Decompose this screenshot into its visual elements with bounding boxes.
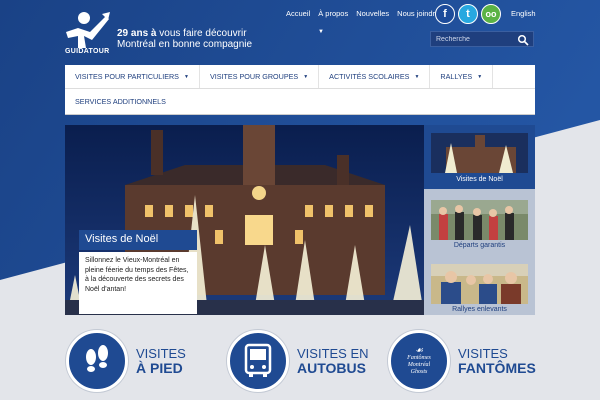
side-tab-1-label[interactable]: Visites de Noël — [424, 176, 535, 183]
search-input[interactable] — [431, 35, 517, 43]
nav-link-a-propos[interactable]: À propos — [318, 9, 348, 18]
tripadvisor-icon[interactable]: oo — [481, 4, 501, 24]
category-line2: À PIED — [136, 359, 183, 376]
twitter-icon[interactable]: t — [458, 4, 478, 24]
menu-item-activites-scolaires[interactable]: ACTIVITÉS SCOLAIRES ▼ — [319, 65, 431, 88]
category-walking-tours[interactable]: VISITES À PIED — [66, 330, 186, 392]
menu-item-services-additionnels[interactable]: SERVICES ADDITIONNELS — [65, 89, 176, 114]
menu-label: VISITES POUR PARTICULIERS — [75, 72, 179, 81]
chevron-down-icon: ▼ — [477, 73, 483, 80]
category-line2: FANTÔMES — [458, 359, 536, 376]
menu-label: ACTIVITÉS SCOLAIRES — [329, 72, 410, 81]
hero-slider[interactable]: Visites de Noël Sillonnez le Vieux-Montr… — [65, 125, 424, 315]
tagline: 29 ans à vous faire découvrir Montréal e… — [117, 28, 287, 50]
chevron-down-icon: ▼ — [303, 73, 309, 80]
category-line2: AUTOBUS — [297, 359, 366, 376]
side-tab-2-thumbnail[interactable] — [431, 200, 528, 240]
menu-item-particuliers[interactable]: VISITES POUR PARTICULIERS ▼ — [65, 65, 200, 88]
menu-label: VISITES POUR GROUPES — [209, 72, 299, 81]
category-line1: VISITES — [458, 345, 508, 361]
menu-label: SERVICES ADDITIONNELS — [75, 97, 166, 106]
badge-line3: Ghosts — [410, 368, 428, 375]
badge-line2: Montréal — [407, 361, 431, 368]
nav-link-accueil[interactable]: Accueil — [286, 9, 310, 18]
category-label: VISITES FANTÔMES — [458, 345, 536, 376]
side-tab-2-label[interactable]: Départs garantis — [424, 242, 535, 249]
footprints-icon — [66, 330, 128, 392]
search-box — [430, 31, 534, 47]
logo-text: GUIDATOUR — [65, 48, 110, 55]
category-line1: VISITES EN — [297, 345, 369, 361]
bus-icon — [227, 330, 289, 392]
category-bus-tours[interactable]: VISITES EN AUTOBUS — [227, 330, 369, 392]
nav-link-nous-joindre[interactable]: Nous joindre — [397, 9, 439, 18]
side-tab-1-thumbnail[interactable] — [431, 133, 528, 173]
nav-link-nouvelles[interactable]: Nouvelles — [356, 9, 389, 18]
category-label: VISITES EN AUTOBUS — [297, 345, 369, 376]
tagline-bold: 29 ans à — [117, 28, 157, 39]
side-tab-3-label[interactable]: Rallyes enlevants — [424, 306, 535, 313]
chevron-down-icon: ▼ — [183, 73, 189, 80]
language-switch[interactable]: English — [511, 9, 536, 18]
side-slider-tabs: Visites de Noël Départs garantis Rallyes… — [424, 125, 535, 315]
top-navigation: Accueil À propos Nouvelles Nous joindre — [286, 9, 447, 18]
category-label: VISITES À PIED — [136, 345, 186, 376]
chevron-down-icon: ▼ — [318, 29, 324, 35]
category-ghost-tours[interactable]: ☙ Fantômes Montréal Ghosts VISITES FANTÔ… — [388, 330, 536, 392]
social-links: f t oo — [435, 4, 501, 24]
badge-line1: Fantômes — [407, 354, 431, 361]
side-tab-3-thumbnail[interactable] — [431, 264, 528, 304]
facebook-icon[interactable]: f — [435, 4, 455, 24]
menu-item-rallyes[interactable]: RALLYES ▼ — [430, 65, 494, 88]
category-line1: VISITES — [136, 345, 186, 361]
search-icon[interactable] — [517, 33, 529, 46]
menu-label: RALLYES — [440, 72, 473, 81]
hero-description: Sillonnez le Vieux-Montréal en pleine fé… — [79, 252, 197, 314]
ghost-logo-icon: ☙ Fantômes Montréal Ghosts — [388, 330, 450, 392]
main-menu: VISITES POUR PARTICULIERS ▼ VISITES POUR … — [65, 65, 535, 115]
menu-item-groupes[interactable]: VISITES POUR GROUPES ▼ — [200, 65, 320, 88]
chevron-down-icon: ▼ — [414, 73, 420, 80]
hero-title[interactable]: Visites de Noël — [79, 230, 197, 250]
